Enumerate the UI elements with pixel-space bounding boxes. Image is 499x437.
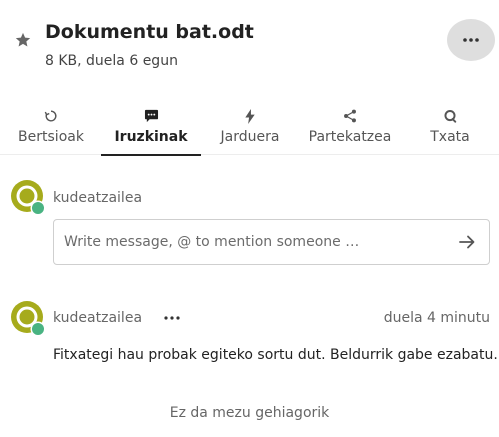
tab-label: Bertsioak xyxy=(18,129,84,145)
comment-message: Fitxategi hau probak egiteko sortu dut. … xyxy=(53,347,498,363)
star-icon[interactable] xyxy=(13,30,33,50)
comment-actions-button[interactable] xyxy=(162,308,182,328)
comment-timestamp: duela 4 minutu xyxy=(383,310,490,326)
tab-versions[interactable]: Bertsioak xyxy=(16,100,86,155)
avatar[interactable] xyxy=(11,301,46,337)
tab-activity[interactable]: Jarduera xyxy=(215,100,285,155)
file-subtitle: 8 KB, duela 6 egun xyxy=(45,53,178,69)
arrow-right-icon[interactable] xyxy=(457,232,477,252)
tab-label: Iruzkinak xyxy=(114,129,188,145)
status-online-icon xyxy=(32,323,44,335)
message-input[interactable]: Write message, @ to mention someone … xyxy=(64,234,359,250)
comment-icon xyxy=(143,108,159,124)
more-horizontal-icon xyxy=(463,38,479,42)
lightning-icon xyxy=(242,108,258,124)
more-actions-button[interactable] xyxy=(447,19,495,61)
message-composer[interactable]: Write message, @ to mention someone … xyxy=(53,219,490,265)
tab-sharing[interactable]: Partekatzea xyxy=(305,100,395,155)
share-icon xyxy=(342,108,358,124)
more-horizontal-icon xyxy=(164,316,180,320)
status-online-icon xyxy=(32,202,44,214)
avatar[interactable] xyxy=(11,180,46,216)
comment-author: kudeatzailea xyxy=(53,310,143,326)
tab-comments[interactable]: Iruzkinak xyxy=(101,100,201,156)
sidebar-header: Dokumentu bat.odt 8 KB, duela 6 egun xyxy=(0,0,499,100)
no-more-messages: Ez da mezu gehiagorik xyxy=(169,405,330,421)
file-title: Dokumentu bat.odt xyxy=(45,21,254,43)
talk-icon xyxy=(442,108,458,124)
history-icon xyxy=(43,108,59,124)
tab-label: Jarduera xyxy=(220,129,280,145)
tab-label: Txata xyxy=(430,129,470,145)
tab-label: Partekatzea xyxy=(308,129,392,145)
tab-talk[interactable]: Txata xyxy=(422,100,478,155)
composer-author: kudeatzailea xyxy=(53,190,143,206)
tab-bar: Bertsioak Iruzkinak Jarduera Partekatzea… xyxy=(0,100,499,156)
